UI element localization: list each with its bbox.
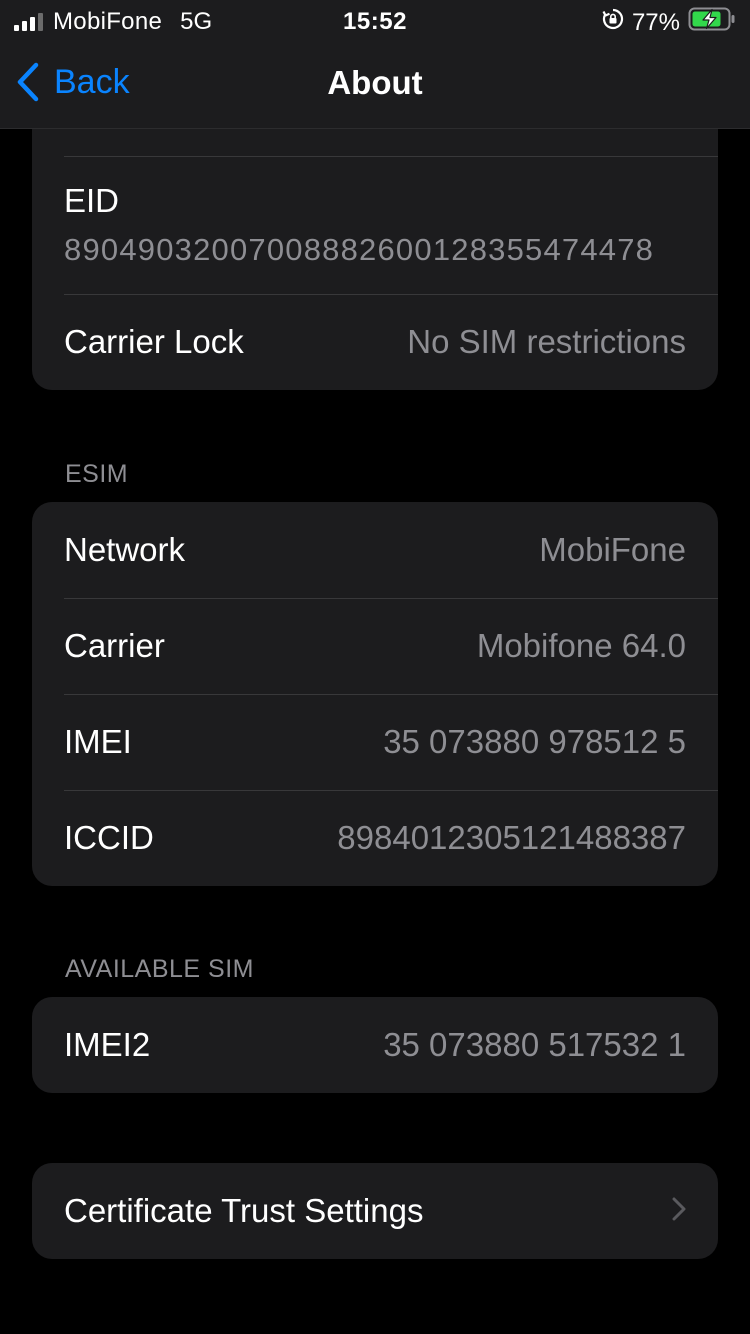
carrier-value: Mobifone 64.0 bbox=[476, 627, 686, 664]
carrier-lock-row: Carrier Lock No SIM restrictions bbox=[32, 294, 718, 390]
rotation-lock-icon bbox=[602, 8, 624, 37]
page-title: About bbox=[327, 64, 423, 101]
carrier-label: Carrier bbox=[64, 627, 165, 664]
carrier-lock-label: Carrier Lock bbox=[64, 323, 244, 360]
imei2-row[interactable]: IMEI2 35 073880 517532 1 bbox=[32, 997, 718, 1093]
about-screen: EID 89049032007008882600128355474478 Car… bbox=[0, 0, 750, 1334]
imei2-value: 35 073880 517532 1 bbox=[383, 1026, 686, 1063]
esim-imei-row[interactable]: IMEI 35 073880 978512 5 bbox=[32, 694, 718, 790]
battery-percent: 77% bbox=[631, 8, 680, 36]
network-label: Network bbox=[64, 531, 186, 568]
network-value: MobiFone bbox=[539, 531, 686, 568]
imei-value: 35 073880 978512 5 bbox=[383, 723, 686, 760]
eid-label: EID bbox=[64, 182, 120, 219]
esim-iccid-row[interactable]: ICCID 8984012305121488387 bbox=[32, 790, 718, 886]
esim-section-header: ESIM bbox=[65, 460, 129, 488]
status-bar: MobiFone 5G 15:52 77% bbox=[0, 0, 750, 42]
eid-value: 89049032007008882600128355474478 bbox=[64, 232, 655, 267]
eid-row[interactable]: EID 89049032007008882600128355474478 bbox=[32, 156, 718, 294]
battery-charging-icon bbox=[688, 7, 736, 38]
chevron-right-icon bbox=[672, 1197, 686, 1226]
certificate-trust-settings-row[interactable]: Certificate Trust Settings bbox=[32, 1163, 718, 1259]
certificate-trust-settings-label: Certificate Trust Settings bbox=[64, 1192, 424, 1229]
certificate-group: Certificate Trust Settings bbox=[32, 1163, 718, 1259]
imei-label: IMEI bbox=[64, 723, 132, 760]
top-bar: MobiFone 5G 15:52 77% Back About bbox=[0, 0, 750, 129]
esim-carrier-row: Carrier Mobifone 64.0 bbox=[32, 598, 718, 694]
imei2-label: IMEI2 bbox=[64, 1026, 151, 1063]
esim-network-row: Network MobiFone bbox=[32, 502, 718, 598]
navigation-bar: Back About bbox=[0, 42, 750, 128]
available-sim-group: IMEI2 35 073880 517532 1 bbox=[32, 997, 718, 1093]
iccid-value: 8984012305121488387 bbox=[337, 819, 686, 856]
available-sim-section-header: AVAILABLE SIM bbox=[65, 955, 254, 983]
iccid-label: ICCID bbox=[64, 819, 154, 856]
esim-group: Network MobiFone Carrier Mobifone 64.0 I… bbox=[32, 502, 718, 886]
carrier-lock-value: No SIM restrictions bbox=[407, 323, 686, 360]
